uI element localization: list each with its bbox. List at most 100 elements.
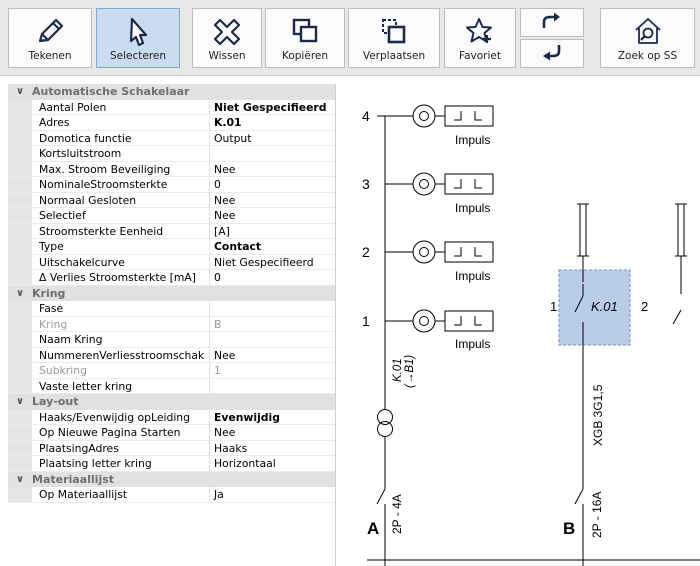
property-value[interactable]: Nee [210,425,335,440]
favorite-button[interactable]: Favoriet [444,8,516,68]
pushbutton-number-2: 2 [362,244,370,260]
pushbutton-number-3: 3 [362,176,370,192]
property-row[interactable]: PlaatsingAdres Haaks [8,440,335,456]
redo-button[interactable] [520,8,584,37]
row-gutter [8,161,32,176]
row-gutter [8,99,32,114]
property-grid[interactable]: ∨ Automatische Schakelaar Aantal Polen Niet… [8,84,336,566]
property-row[interactable]: NominaleStroomsterkte 0 [8,177,335,193]
property-name: Adres [32,115,210,130]
favorite-label: Favoriet [459,50,501,62]
property-row[interactable]: Type Contact [8,239,335,255]
property-row[interactable]: Subkring 1 [8,363,335,379]
row-gutter [8,239,32,254]
property-row[interactable]: Stroomsterkte Eenheid [A] [8,223,335,239]
property-value[interactable] [210,332,335,347]
property-row[interactable]: Kortsluitstroom [8,146,335,162]
property-row[interactable]: Δ Verlies Stroomsterkte [mA] 0 [8,270,335,286]
property-row[interactable]: Adres K.01 [8,115,335,131]
redo-arrow-icon [539,11,565,34]
property-row[interactable]: Vaste letter kring [8,378,335,394]
property-name: PlaatsingAdres [32,440,210,455]
pushbutton-number-1: 1 [362,313,370,329]
pushbutton-row-3 [385,172,494,196]
property-value[interactable]: Ja [210,487,335,502]
property-value[interactable]: Niet Gespecifieerd [210,100,335,115]
property-row[interactable]: Op Materiaallijst Ja [8,487,335,503]
row-gutter [8,425,32,440]
property-value[interactable]: [A] [210,224,335,239]
property-name: Normaal Gesloten [32,192,210,207]
circuit-a-breaker: 2P - 4A [390,494,404,534]
property-row[interactable]: Kring B [8,316,335,332]
impuls-label-3: Impuls [455,201,490,215]
move-button[interactable]: Verplaatsen [348,8,440,68]
property-value[interactable]: Output [210,131,335,146]
undo-arrow-icon [539,42,565,65]
chevron-down-icon[interactable]: ∨ [8,472,32,488]
category-header[interactable]: ∨ Lay-out [8,394,335,410]
property-value[interactable]: 0 [210,177,335,192]
property-name: Op Nieuwe Pagina Starten [32,425,210,440]
property-value[interactable]: Contact [210,239,335,254]
category-title: Lay-out [32,395,79,408]
pushbutton-row-2 [385,240,494,264]
property-value[interactable]: Nee [210,208,335,223]
pushbutton-row-4 [377,104,494,129]
property-row[interactable]: NummerenVerliesstroomschak Nee [8,347,335,363]
property-row[interactable]: Plaatsing letter kring Horizontaal [8,456,335,472]
chevron-down-icon[interactable]: ∨ [8,394,32,410]
select-button[interactable]: Selecteren [96,8,180,68]
row-gutter [8,208,32,223]
chevron-down-icon[interactable]: ∨ [8,84,32,100]
property-row[interactable]: Haaks/Evenwijdig opLeiding Evenwijdig [8,409,335,425]
search-ss-button[interactable]: Zoek op SS [600,8,695,68]
row-gutter [8,378,32,393]
undo-button[interactable] [520,39,584,68]
row-gutter [8,409,32,424]
property-name: Naam Kring [32,332,210,347]
schematic-canvas[interactable]: 4 3 2 1 Impuls Impuls Impuls Impuls K.01… [337,84,700,566]
property-value[interactable] [210,146,335,161]
category-title: Materiaallijst [32,472,115,486]
row-gutter [8,316,32,331]
relay-reference: (→B1) [404,355,416,388]
property-value[interactable]: Haaks [210,441,335,456]
property-value[interactable]: Horizontaal [210,456,335,471]
chevron-down-icon[interactable]: ∨ [8,286,32,302]
category-header[interactable]: ∨ Materiaallijst [8,471,335,488]
row-gutter [8,301,32,316]
property-row[interactable]: Max. Stroom Beveiliging Nee [8,161,335,177]
property-name: Domotica functie [32,130,210,145]
property-row[interactable]: Naam Kring [8,332,335,348]
copy-button[interactable]: Kopiëren [265,8,345,68]
property-row[interactable]: Op Nieuwe Pagina Starten Nee [8,425,335,441]
property-value[interactable] [210,379,335,394]
property-row[interactable]: Fase [8,301,335,317]
move-icon [379,16,409,49]
property-value[interactable]: K.01 [210,115,335,130]
draw-button[interactable]: Tekenen [8,8,92,68]
contact-left-number: 1 [550,299,557,314]
property-row[interactable]: Normaal Gesloten Nee [8,192,335,208]
category-header[interactable]: ∨ Automatische Schakelaar [8,84,335,100]
property-row[interactable]: Uitschakelcurve Niet Gespecifieerd [8,254,335,270]
property-value[interactable]: Nee [210,193,335,208]
impuls-label-1: Impuls [455,337,490,351]
property-value[interactable]: 0 [210,270,335,285]
erase-button[interactable]: Wissen [192,8,262,68]
property-name: Max. Stroom Beveiliging [32,161,210,176]
property-row[interactable]: Aantal Polen Niet Gespecifieerd [8,99,335,115]
relay-label: K.01 [392,358,404,382]
row-gutter [8,456,32,471]
property-row[interactable]: Domotica functie Output [8,130,335,146]
property-value[interactable]: Nee [210,162,335,177]
erase-x-icon [211,16,243,51]
property-value[interactable]: Niet Gespecifieerd [210,255,335,270]
property-value[interactable]: Nee [210,348,335,363]
property-row[interactable]: Selectief Nee [8,208,335,224]
property-value[interactable]: Evenwijdig [210,410,335,425]
property-value[interactable] [210,301,335,316]
row-gutter [8,254,32,269]
category-header[interactable]: ∨ Kring [8,285,335,302]
